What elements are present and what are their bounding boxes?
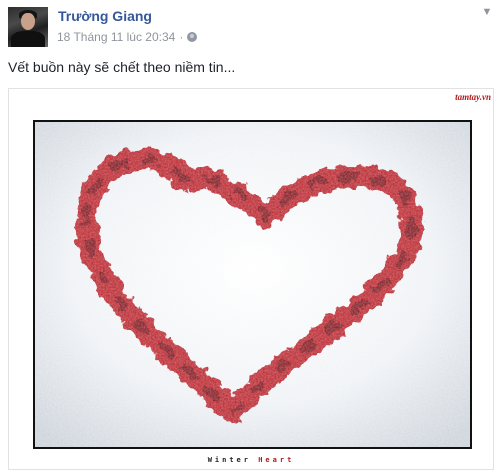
caption-word-winter: Winter bbox=[207, 456, 251, 464]
post-photo[interactable]: tamtay.vn Winter Heart bbox=[8, 88, 494, 470]
feed-post: Trường Giang 18 Tháng 11 lúc 20:34 · ▼ V… bbox=[0, 0, 500, 474]
meta-separator: · bbox=[179, 30, 184, 44]
photo-caption: Winter Heart bbox=[9, 456, 493, 464]
avatar-shoulders bbox=[11, 31, 45, 47]
author-name-link[interactable]: Trường Giang bbox=[58, 8, 152, 24]
caption-word-heart: Heart bbox=[258, 456, 295, 464]
photo-frame bbox=[33, 120, 472, 449]
post-timestamp[interactable]: 18 Tháng 11 lúc 20:34 bbox=[57, 30, 175, 44]
author-avatar[interactable] bbox=[8, 7, 48, 47]
chevron-down-icon[interactable]: ▼ bbox=[480, 7, 494, 18]
photo-watermark: tamtay.vn bbox=[455, 92, 491, 102]
avatar-face bbox=[21, 13, 35, 30]
post-meta: 18 Tháng 11 lúc 20:34 · bbox=[57, 30, 198, 44]
post-status-text: Vết buồn này sẽ chết theo niềm tin... bbox=[8, 59, 236, 75]
globe-icon[interactable] bbox=[187, 32, 198, 42]
snow-heart-image bbox=[35, 122, 470, 447]
